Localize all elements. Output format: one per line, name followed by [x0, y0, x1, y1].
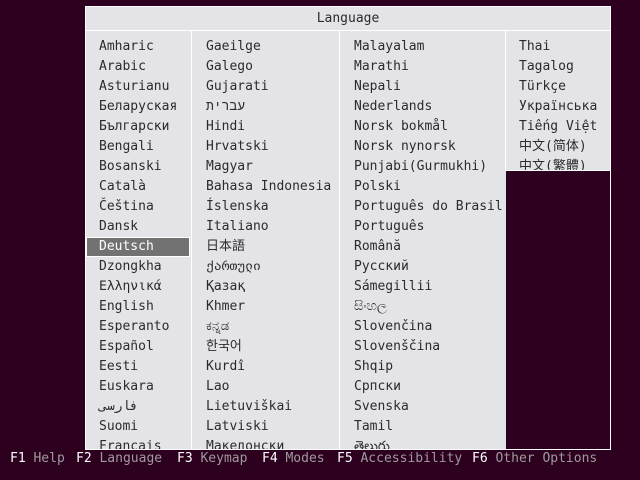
language-item[interactable]: Svenska: [340, 397, 505, 417]
language-item[interactable]: Marathi: [340, 57, 505, 77]
language-item[interactable]: Dansk: [86, 217, 190, 237]
language-item[interactable]: Português do Brasil: [340, 197, 505, 217]
fkey-key: F3: [177, 451, 193, 466]
language-item[interactable]: Nepali: [340, 77, 505, 97]
function-key-bar: F1 Help F2 Language F3 Keymap F4 Modes F…: [0, 449, 640, 469]
fkey-keymap[interactable]: F3 Keymap: [177, 449, 247, 469]
language-item[interactable]: Ελληνικά: [86, 277, 190, 297]
language-item[interactable]: Esperanto: [86, 317, 190, 337]
language-item[interactable]: Lietuviškai: [192, 397, 338, 417]
language-item[interactable]: Српски: [340, 377, 505, 397]
fkey-language[interactable]: F2 Language: [76, 449, 162, 469]
fkey-other-options[interactable]: F6 Other Options: [472, 449, 597, 469]
language-item[interactable]: Latviski: [192, 417, 338, 437]
language-item[interactable]: Galego: [192, 57, 338, 77]
language-column-1: Amharic Arabic Asturianu Беларуская Българск…: [86, 31, 190, 449]
language-item[interactable]: Suomi: [86, 417, 190, 437]
language-item[interactable]: 한국어: [192, 337, 338, 357]
language-item[interactable]: Dzongkha: [86, 257, 190, 277]
language-item[interactable]: Arabic: [86, 57, 190, 77]
language-item[interactable]: Български: [86, 117, 190, 137]
language-item[interactable]: Gujarati: [192, 77, 338, 97]
language-item[interactable]: فارسی: [86, 397, 190, 417]
fkey-modes[interactable]: F4 Modes: [262, 449, 325, 469]
language-item[interactable]: Norsk bokmål: [340, 117, 505, 137]
empty-area: [506, 171, 610, 449]
language-item[interactable]: 中文(繁體): [506, 157, 610, 170]
language-item[interactable]: Amharic: [86, 37, 190, 57]
language-item[interactable]: Slovenščina: [340, 337, 505, 357]
fkey-key: F4: [262, 451, 278, 466]
dialog-title: Language: [316, 11, 380, 26]
language-item[interactable]: Қазақ: [192, 277, 338, 297]
language-item[interactable]: Беларуская: [86, 97, 190, 117]
language-item[interactable]: Euskara: [86, 377, 190, 397]
language-column-3: Malayalam Marathi Nepali Nederlands Norsk bo…: [339, 31, 505, 449]
language-item[interactable]: Bosanski: [86, 157, 190, 177]
language-item[interactable]: Hrvatski: [192, 137, 338, 157]
language-item[interactable]: ქართული: [192, 257, 338, 277]
language-item[interactable]: Slovenčina: [340, 317, 505, 337]
language-item[interactable]: Tagalog: [506, 57, 610, 77]
fkey-label: Language: [99, 451, 163, 466]
language-item[interactable]: Hindi: [192, 117, 338, 137]
language-item-selected[interactable]: Deutsch: [86, 237, 190, 257]
language-item[interactable]: Íslenska: [192, 197, 338, 217]
language-item[interactable]: Čeština: [86, 197, 190, 217]
language-item[interactable]: 日本語: [192, 237, 338, 257]
language-item[interactable]: Українська: [506, 97, 610, 117]
language-item[interactable]: Shqip: [340, 357, 505, 377]
fkey-label: Modes: [285, 451, 325, 466]
language-item[interactable]: Malayalam: [340, 37, 505, 57]
language-item[interactable]: Punjabi(Gurmukhi): [340, 157, 505, 177]
language-item[interactable]: Lao: [192, 377, 338, 397]
language-item[interactable]: Bengali: [86, 137, 190, 157]
fkey-label: Accessibility: [360, 451, 463, 466]
fkey-label: Other Options: [495, 451, 598, 466]
language-item[interactable]: עברית: [192, 97, 338, 117]
fkey-key: F5: [337, 451, 353, 466]
language-item[interactable]: Magyar: [192, 157, 338, 177]
language-item[interactable]: Русский: [340, 257, 505, 277]
language-column-2: Gaeilge Galego Gujarati עברית Hindi Hrvatski M…: [191, 31, 338, 449]
language-item[interactable]: Thai: [506, 37, 610, 57]
language-item[interactable]: Norsk nynorsk: [340, 137, 505, 157]
installer-screen: Language Amharic Arabic Asturianu Беларуска…: [0, 0, 640, 480]
language-item[interactable]: Eesti: [86, 357, 190, 377]
language-item[interactable]: Português: [340, 217, 505, 237]
language-item[interactable]: Español: [86, 337, 190, 357]
language-item[interactable]: Nederlands: [340, 97, 505, 117]
language-item[interactable]: Gaeilge: [192, 37, 338, 57]
language-item[interactable]: Bahasa Indonesia: [192, 177, 338, 197]
language-item[interactable]: Tiếng Việt: [506, 117, 610, 137]
language-item[interactable]: ಕನ್ನಡ: [192, 317, 338, 337]
fkey-key: F6: [472, 451, 488, 466]
fkey-label: Keymap: [200, 451, 248, 466]
fkey-accessibility[interactable]: F5 Accessibility: [337, 449, 462, 469]
language-item[interactable]: 中文(简体): [506, 137, 610, 157]
language-item[interactable]: English: [86, 297, 190, 317]
language-item[interactable]: Română: [340, 237, 505, 257]
language-dialog: Language Amharic Arabic Asturianu Беларуска…: [85, 6, 611, 450]
fkey-key: F1: [10, 451, 26, 466]
language-column-4: Thai Tagalog Türkçe Українська Tiếng Việt 中文(…: [505, 31, 610, 171]
language-item[interactable]: Khmer: [192, 297, 338, 317]
language-item[interactable]: Italiano: [192, 217, 338, 237]
language-item[interactable]: Tamil: [340, 417, 505, 437]
fkey-label: Help: [33, 451, 65, 466]
language-item[interactable]: Türkçe: [506, 77, 610, 97]
language-item[interactable]: Polski: [340, 177, 505, 197]
language-item[interactable]: Kurdî: [192, 357, 338, 377]
fkey-key: F2: [76, 451, 92, 466]
language-item[interactable]: Sámegillii: [340, 277, 505, 297]
fkey-help[interactable]: F1 Help: [10, 449, 65, 469]
language-item[interactable]: Asturianu: [86, 77, 190, 97]
language-item[interactable]: සිංහල: [340, 297, 505, 317]
language-item[interactable]: Català: [86, 177, 190, 197]
